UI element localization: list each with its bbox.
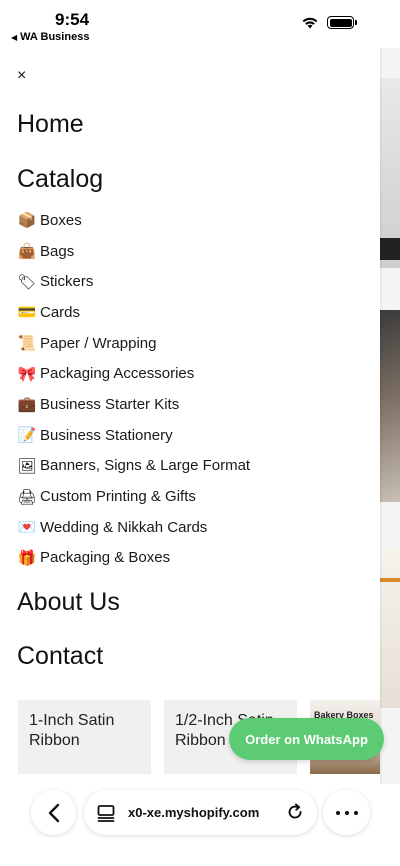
menu-item-home[interactable]: Home	[17, 110, 84, 139]
browser-back-button[interactable]	[31, 790, 76, 835]
ribbon-icon: 🎀	[17, 364, 37, 383]
category-item-business-stationery[interactable]: 📝 Business Stationery	[17, 420, 250, 451]
category-label: Packaging Accessories	[40, 365, 195, 383]
background-page	[380, 48, 400, 808]
category-label: Cards	[40, 303, 81, 321]
product-card[interactable]: 1-Inch Satin Ribbon	[18, 700, 151, 774]
gift-icon: 🎁	[17, 548, 37, 567]
close-menu-button[interactable]: ×	[17, 68, 26, 84]
chevron-left-icon	[48, 803, 59, 822]
printer-icon: 🖨	[17, 487, 37, 506]
category-label: Bags	[40, 242, 75, 260]
order-on-whatsapp-button[interactable]: Order on WhatsApp	[229, 718, 384, 760]
back-app-label: WA Business	[20, 31, 90, 43]
category-label: Wedding & Nikkah Cards	[40, 518, 208, 536]
wifi-icon	[302, 17, 318, 29]
category-item-packaging-boxes[interactable]: 🎁 Packaging & Boxes	[17, 543, 250, 574]
browser-toolbar: x0-xe.myshopify.com	[0, 784, 400, 866]
background-image-2	[380, 310, 400, 502]
category-label: Custom Printing & Gifts	[40, 488, 196, 506]
page-menu-icon[interactable]	[96, 803, 116, 823]
address-bar[interactable]: x0-xe.myshopify.com	[84, 790, 317, 835]
status-time: 9:54	[55, 10, 90, 29]
url-text: x0-xe.myshopify.com	[128, 805, 260, 820]
menu-item-about-us[interactable]: About Us	[17, 588, 120, 617]
more-dots-icon	[335, 810, 340, 815]
category-item-custom-printing[interactable]: 🖨 Custom Printing & Gifts	[17, 481, 250, 512]
credit-card-icon: 💳	[17, 303, 37, 322]
bag-icon: 👜	[17, 242, 37, 261]
menu-item-contact[interactable]: Contact	[17, 642, 103, 671]
category-label: Boxes	[40, 211, 82, 229]
category-item-wedding-cards[interactable]: 💌 Wedding & Nikkah Cards	[17, 512, 250, 543]
category-label: Business Starter Kits	[40, 395, 180, 413]
battery-icon	[327, 16, 357, 29]
category-item-paper-wrapping[interactable]: 📜 Paper / Wrapping	[17, 328, 250, 359]
category-item-bags[interactable]: 👜 Bags	[17, 236, 250, 267]
menu-drawer: × Home Catalog 📦 Boxes 👜 Bags 🏷 Stickers…	[0, 48, 380, 808]
catalog-category-list: 📦 Boxes 👜 Bags 🏷 Stickers 💳 Cards 📜 Pape…	[17, 205, 250, 573]
status-bar: 9:54 ◀ WA Business	[0, 0, 400, 48]
briefcase-icon: 💼	[17, 395, 37, 414]
framed-picture-icon: 🖼	[17, 456, 37, 475]
memo-icon: 📝	[17, 426, 37, 445]
reload-icon[interactable]	[285, 802, 305, 822]
category-label: Packaging & Boxes	[40, 549, 171, 567]
background-accent	[380, 578, 400, 582]
category-label: Banners, Signs & Large Format	[40, 457, 251, 475]
love-letter-icon: 💌	[17, 518, 37, 537]
category-item-stickers[interactable]: 🏷 Stickers	[17, 266, 250, 297]
box-icon: 📦	[17, 211, 37, 230]
tag-icon: 🏷	[17, 272, 37, 291]
category-label: Business Stationery	[40, 426, 173, 444]
category-item-packaging-accessories[interactable]: 🎀 Packaging Accessories	[17, 358, 250, 389]
menu-item-catalog[interactable]: Catalog	[17, 165, 103, 194]
category-item-banners-signs[interactable]: 🖼 Banners, Signs & Large Format	[17, 451, 250, 482]
background-button	[380, 238, 400, 260]
background-image-3	[380, 548, 400, 708]
category-item-cards[interactable]: 💳 Cards	[17, 297, 250, 328]
category-label: Paper / Wrapping	[40, 334, 157, 352]
category-item-boxes[interactable]: 📦 Boxes	[17, 205, 250, 236]
category-label: Stickers	[40, 273, 94, 291]
category-item-business-starter-kits[interactable]: 💼 Business Starter Kits	[17, 389, 250, 420]
back-to-app-link[interactable]: ◀ WA Business	[11, 31, 89, 43]
back-triangle-icon: ◀	[11, 32, 18, 42]
scroll-icon: 📜	[17, 334, 37, 353]
more-options-button[interactable]	[323, 790, 370, 835]
status-icons	[301, 16, 357, 29]
